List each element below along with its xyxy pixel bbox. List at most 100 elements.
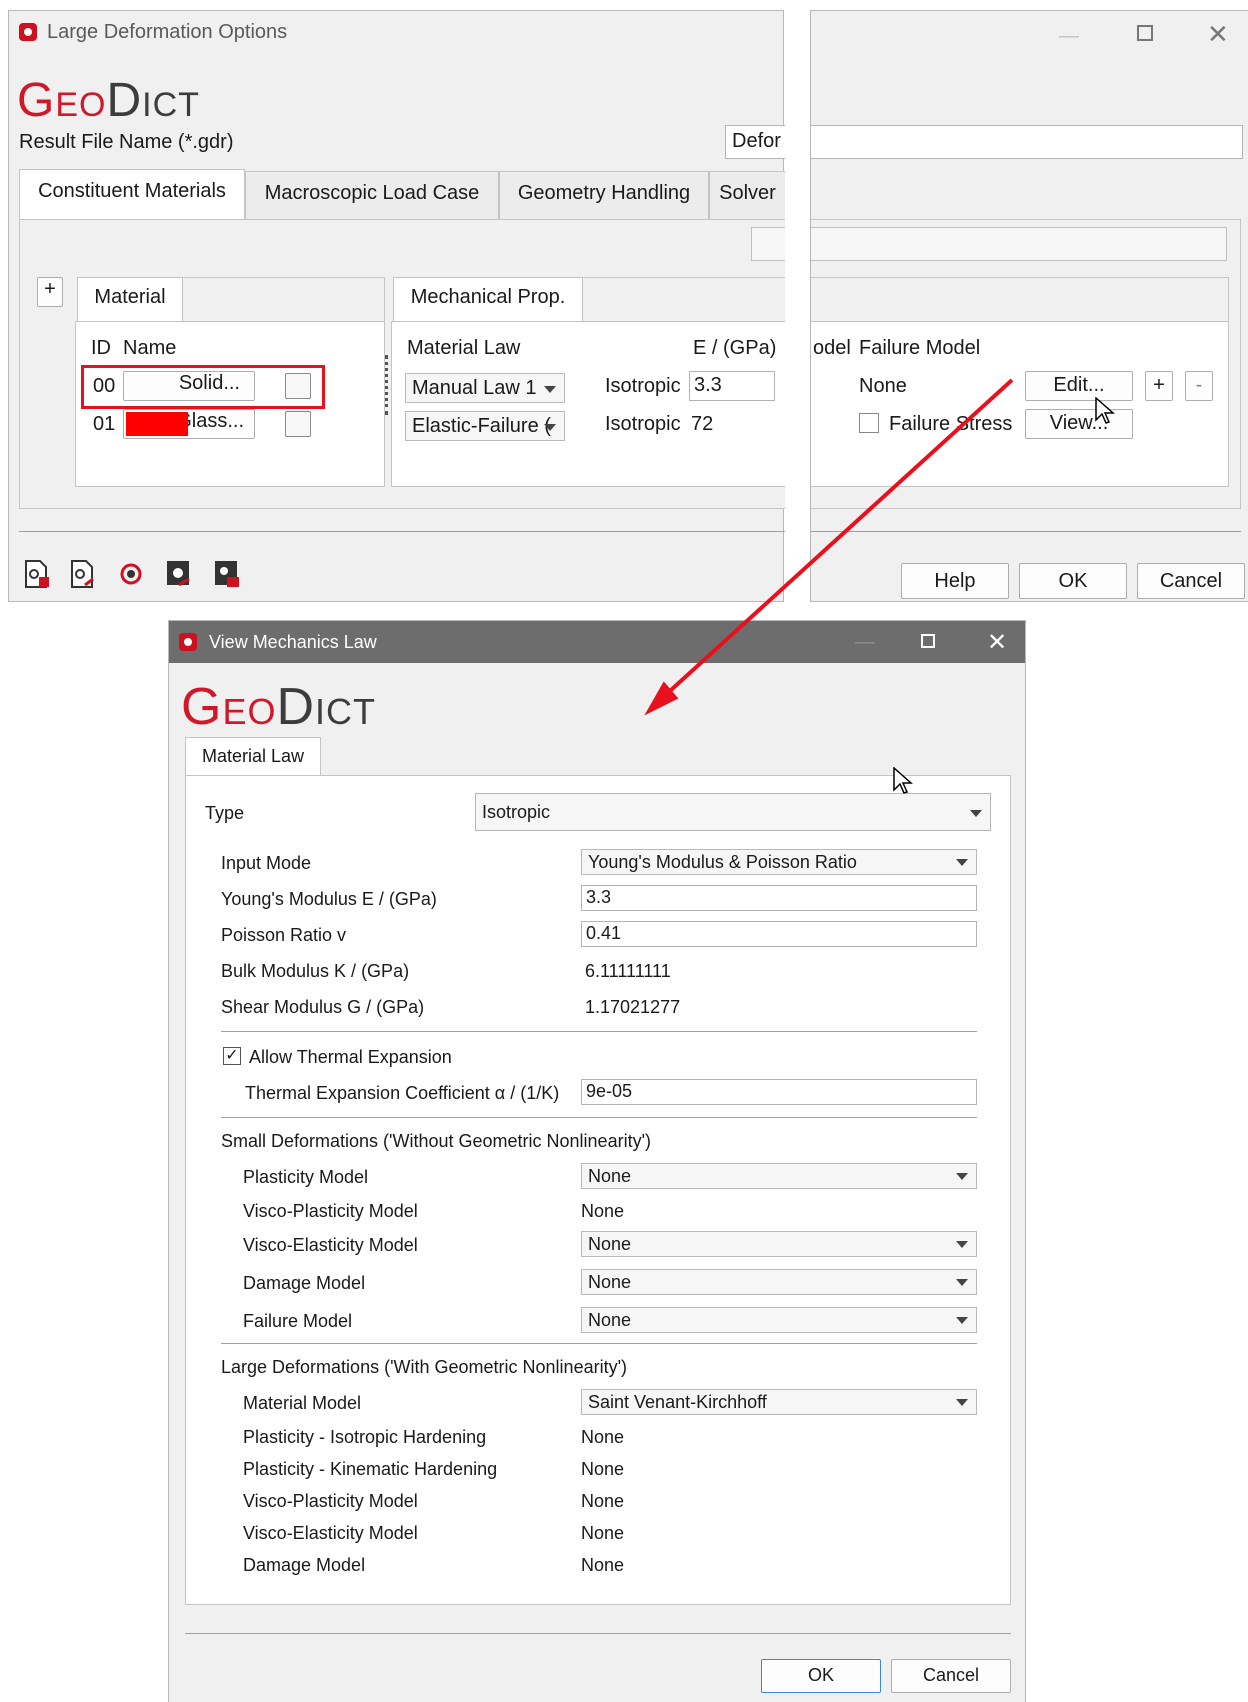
minimize-icon[interactable]: — — [1059, 25, 1079, 48]
result-file-input[interactable]: Defor — [725, 125, 785, 159]
thermal-expansion-checkbox[interactable]: ✓ — [223, 1047, 241, 1065]
mouse-cursor-icon — [893, 767, 913, 794]
poisson-ratio-label: Poisson Ratio v — [221, 925, 347, 945]
chevron-down-icon — [956, 1399, 968, 1406]
failure-model-value: None — [859, 375, 907, 397]
material-law-select-1[interactable]: Manual Law 1 — [405, 373, 565, 403]
chevron-down-icon — [544, 386, 556, 393]
large-visco-elasticity-label: Visco-Elasticity Model — [243, 1523, 418, 1543]
maximize-icon[interactable] — [921, 634, 935, 648]
result-file-label: Result File Name (*.gdr) — [19, 131, 234, 153]
geodict-app-icon — [179, 633, 197, 651]
run-macro-icon[interactable] — [165, 559, 193, 589]
small-plasticity-select[interactable]: None — [581, 1163, 977, 1189]
close-icon[interactable]: ✕ — [1207, 19, 1229, 50]
search-bar-rest[interactable] — [811, 227, 1227, 261]
tab-geometry-handling[interactable]: Geometry Handling — [499, 171, 709, 219]
large-visco-elasticity-value: None — [581, 1523, 625, 1543]
view-button[interactable]: View... — [1025, 409, 1133, 439]
large-deformation-window: Large Deformation Options GeoDict Result… — [8, 10, 785, 602]
type-label: Type — [205, 803, 245, 823]
large-kinematic-hardening-value: None — [581, 1459, 625, 1479]
tab-macroscopic-load-case[interactable]: Macroscopic Load Case — [245, 171, 499, 219]
thermal-coefficient-label: Thermal Expansion Coefficient α / (1/K) — [245, 1083, 560, 1103]
cancel-button[interactable]: Cancel — [891, 1659, 1011, 1693]
minimize-icon[interactable]: — — [855, 631, 875, 654]
lock-settings-icon[interactable] — [213, 559, 241, 589]
small-visco-elasticity-select[interactable]: None — [581, 1231, 977, 1257]
type-select[interactable]: Isotropic — [475, 793, 991, 831]
save-settings-icon[interactable] — [69, 559, 97, 589]
poisson-ratio-input[interactable]: 0.41 — [581, 921, 977, 947]
material-database-icon[interactable] — [285, 411, 311, 437]
youngs-modulus-label: Young's Modulus E / (GPa) — [221, 889, 437, 909]
edit-button[interactable]: Edit... — [1025, 371, 1133, 401]
large-damage-label: Damage Model — [243, 1555, 366, 1575]
failure-stress-checkbox[interactable] — [859, 413, 879, 433]
large-isotropic-hardening-label: Plasticity - Isotropic Hardening — [243, 1427, 487, 1447]
small-visco-elasticity-label: Visco-Elasticity Model — [243, 1235, 418, 1255]
cancel-button[interactable]: Cancel — [1137, 563, 1245, 599]
large-damage-value: None — [581, 1555, 625, 1575]
selected-material-highlight — [81, 365, 325, 409]
e-modulus-input-1[interactable]: 3.3 — [689, 371, 775, 401]
small-deformations-title: Small Deformations ('Without Geometric N… — [221, 1131, 652, 1151]
footer-divider — [19, 531, 785, 532]
large-visco-plasticity-value: None — [581, 1491, 625, 1511]
mouse-cursor-icon — [1095, 397, 1115, 424]
title-bar: Large Deformation Options — [9, 11, 783, 51]
section-divider — [221, 1031, 977, 1032]
large-deformation-window-right: — ✕ odel Failure Model None Edit... + - … — [810, 10, 1248, 602]
ok-button[interactable]: OK — [1019, 563, 1127, 599]
e-modulus-value-2: 72 — [691, 413, 714, 435]
small-visco-plasticity-label: Visco-Plasticity Model — [243, 1201, 418, 1221]
chevron-down-icon — [956, 859, 968, 866]
add-law-button[interactable]: + — [1145, 371, 1173, 401]
result-file-input-rest[interactable] — [811, 125, 1243, 159]
tab-mechanical-prop[interactable]: Mechanical Prop. — [393, 277, 583, 321]
header-e-modulus: E / (GPa) — [693, 337, 777, 359]
mechanical-panel-top-border — [583, 277, 785, 321]
material-law-select-2[interactable]: Elastic-Failure ( — [405, 411, 565, 441]
thermal-coefficient-input[interactable]: 9e-05 — [581, 1079, 977, 1105]
geodict-app-icon — [19, 23, 37, 41]
chevron-down-icon — [956, 1173, 968, 1180]
reset-settings-icon[interactable] — [117, 559, 145, 589]
thermal-expansion-label: Allow Thermal Expansion — [249, 1047, 452, 1067]
window-title: View Mechanics Law — [209, 632, 377, 652]
small-damage-select[interactable]: None — [581, 1269, 977, 1295]
material-panel-top-border — [183, 277, 385, 321]
remove-law-button[interactable]: - — [1185, 371, 1213, 401]
close-icon[interactable]: ✕ — [987, 628, 1007, 657]
footer-divider-rest — [811, 531, 1241, 532]
large-material-model-label: Material Model — [243, 1393, 362, 1413]
law-type-2: Isotropic — [605, 413, 681, 435]
tab-material-law[interactable]: Material Law — [185, 737, 321, 777]
splitter-handle[interactable] — [385, 355, 389, 415]
header-failure-model: Failure Model — [859, 337, 981, 359]
input-mode-select[interactable]: Young's Modulus & Poisson Ratio — [581, 849, 977, 875]
chevron-down-icon — [544, 424, 556, 431]
chevron-down-icon — [970, 810, 982, 817]
large-material-model-select[interactable]: Saint Venant-Kirchhoff — [581, 1389, 977, 1415]
window-title: Large Deformation Options — [47, 21, 288, 43]
help-button[interactable]: Help — [901, 563, 1009, 599]
ok-button[interactable]: OK — [761, 1659, 881, 1693]
small-failure-select[interactable]: None — [581, 1307, 977, 1333]
maximize-icon[interactable] — [1137, 25, 1153, 41]
tab-constituent-materials[interactable]: Constituent Materials — [19, 169, 245, 221]
search-bar[interactable] — [751, 227, 785, 261]
chevron-down-icon — [956, 1317, 968, 1324]
header-name: Name — [123, 337, 177, 359]
shear-modulus-label: Shear Modulus G / (GPa) — [221, 997, 425, 1017]
add-material-button[interactable]: + — [37, 277, 63, 307]
material-name-button-glass[interactable]: Glass... — [123, 409, 255, 439]
header-material-law: Material Law — [407, 337, 521, 359]
section-divider — [221, 1343, 977, 1344]
large-isotropic-hardening-value: None — [581, 1427, 625, 1447]
tab-material[interactable]: Material — [77, 277, 183, 321]
material-id-01: 01 — [93, 413, 116, 435]
tab-solver[interactable]: Solver — [709, 171, 785, 219]
load-settings-icon[interactable] — [23, 559, 51, 589]
youngs-modulus-input[interactable]: 3.3 — [581, 885, 977, 911]
